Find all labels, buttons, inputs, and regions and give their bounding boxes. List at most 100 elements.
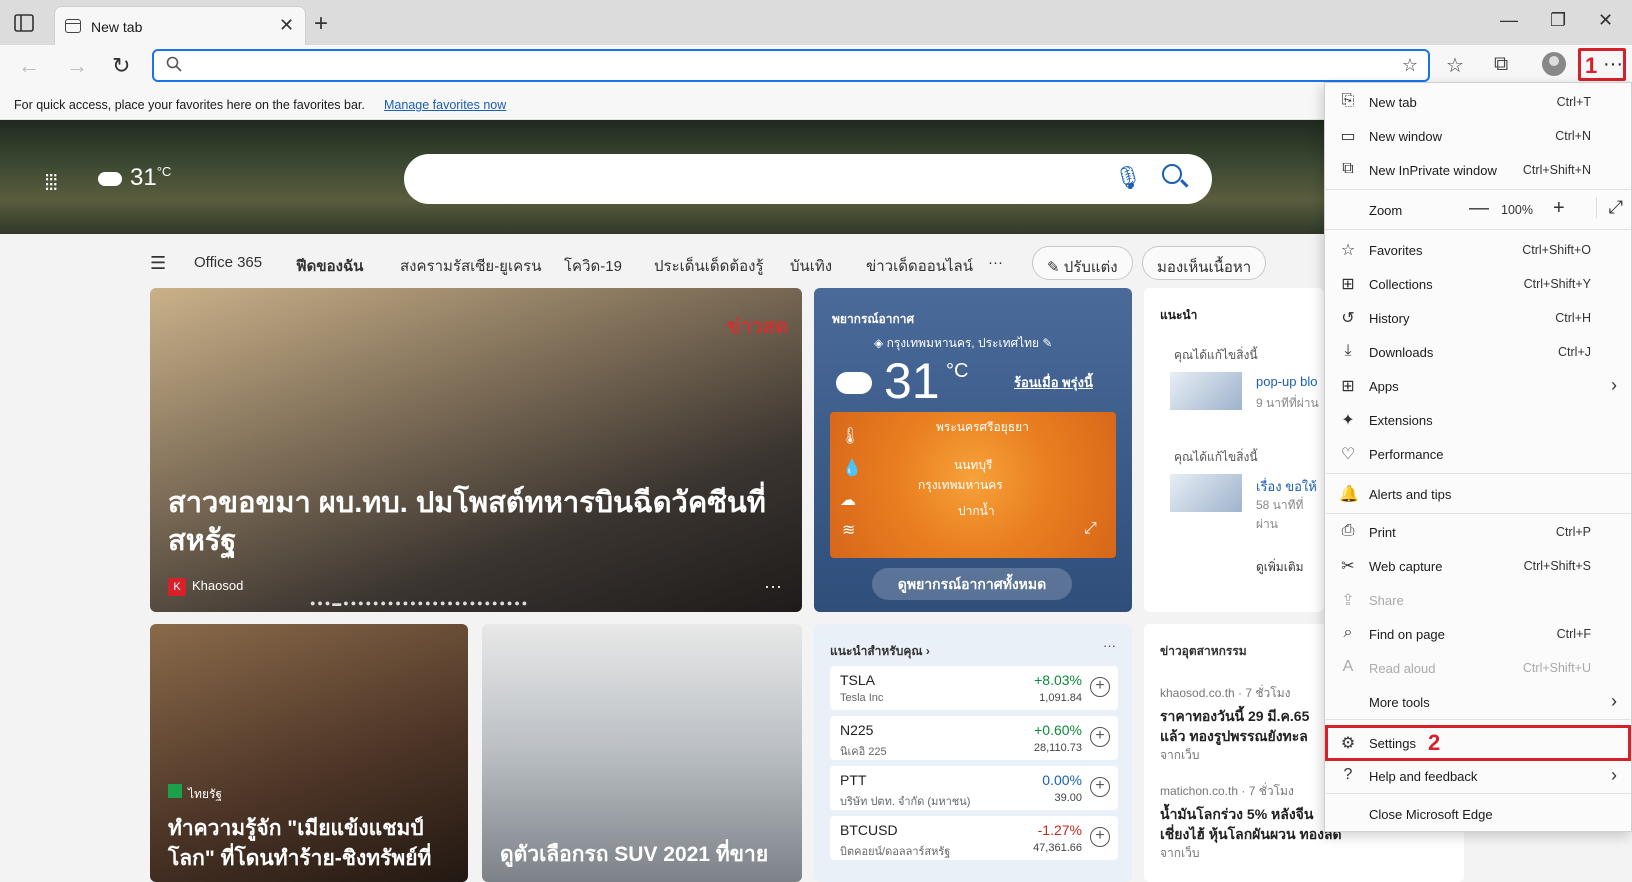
- favorites-icon[interactable]: ☆: [1446, 53, 1464, 78]
- stocks-card: แนะนำสำหรับคุณ › ··· TSLA Tesla Inc +8.03…: [814, 624, 1132, 882]
- customize-button[interactable]: ✎ ปรับแต่ง: [1032, 246, 1133, 280]
- weather-map[interactable]: พระนครศรีอยุธยา นนทบุรี กรุงเทพมหานคร ปา…: [830, 412, 1116, 558]
- manage-favorites-link[interactable]: Manage favorites now: [384, 98, 506, 112]
- top-story-card[interactable]: ข่าวสด สาวขอขมา ผบ.ทบ. ปมโพสต์ทหารบินฉีด…: [150, 288, 802, 612]
- stock-row[interactable]: N225 นิเคอิ 225 +0.60% 28,110.73 +: [830, 716, 1118, 760]
- document-thumbnail[interactable]: [1170, 372, 1242, 410]
- menu-apps[interactable]: ⊞ Apps ›: [1325, 371, 1631, 401]
- see-more-link[interactable]: ดูเพิ่มเติม: [1256, 558, 1304, 577]
- fullscreen-icon[interactable]: ⤢: [1595, 197, 1623, 218]
- menu-close-edge[interactable]: Close Microsoft Edge: [1325, 799, 1631, 829]
- weather-forecast-link[interactable]: ร้อนเมื่อ พรุ่งนี้: [1014, 372, 1093, 393]
- stock-row[interactable]: PTT บริษัท ปตท. จำกัด (มหาชน) 0.00% 39.00 …: [830, 766, 1118, 810]
- category-covid[interactable]: โควิด-19: [564, 254, 622, 278]
- ad-card[interactable]: ดูตัวเลือกรถ SUV 2021 ที่ขาย: [482, 624, 802, 882]
- more-options-icon[interactable]: ···: [1103, 638, 1116, 653]
- add-to-watchlist-icon[interactable]: +: [1090, 727, 1110, 747]
- recommended-hint: คุณได้แก้ไขสิ่งนี้: [1174, 450, 1258, 464]
- back-icon[interactable]: ←: [18, 53, 40, 79]
- forward-icon[interactable]: →: [66, 53, 88, 79]
- news-headline[interactable]: ราคาทองวันนี้ 29 มี.ค.65: [1160, 706, 1309, 728]
- document-thumbnail[interactable]: [1170, 474, 1242, 512]
- tab-actions-icon[interactable]: [14, 14, 34, 32]
- minimize-icon[interactable]: —: [1500, 10, 1518, 31]
- category-entertainment[interactable]: บันเทิง: [790, 254, 832, 278]
- menu-help-and-feedback[interactable]: ? Help and feedback ›: [1325, 761, 1631, 791]
- category-my-feed[interactable]: ฟีดของฉัน: [296, 254, 363, 278]
- zoom-out-icon[interactable]: —: [1469, 197, 1489, 220]
- refresh-icon[interactable]: ↻: [112, 53, 130, 79]
- wind-icon[interactable]: ≋: [842, 520, 855, 540]
- settings-and-more-button[interactable]: 1 ···: [1578, 48, 1626, 81]
- recommended-item-title[interactable]: เรื่อง ขอให้: [1256, 476, 1317, 497]
- web-search-box[interactable]: 🎙: [404, 154, 1212, 204]
- menu-new-inprivate-window[interactable]: ⧉ New InPrivate window Ctrl+Shift+N: [1325, 155, 1631, 185]
- add-to-watchlist-icon[interactable]: +: [1090, 777, 1110, 797]
- profile-avatar[interactable]: [1542, 52, 1566, 76]
- menu-downloads[interactable]: ⤓ Downloads Ctrl+J: [1325, 337, 1631, 367]
- news-card-headline[interactable]: ทำความรู้จัก "เมียแข้งแชมป์โลก" ที่โดนทำ…: [168, 814, 458, 874]
- news-headline[interactable]: เชี่ยงไฮ้ หุ้นโลกผันผวน ทองลด: [1160, 824, 1342, 846]
- microphone-icon[interactable]: 🎙: [1114, 165, 1142, 191]
- menu-more-tools[interactable]: More tools ›: [1325, 687, 1631, 717]
- menu-new-tab[interactable]: ⎘ New tab Ctrl+T: [1325, 87, 1631, 117]
- search-icon: [166, 56, 182, 72]
- search-submit-icon[interactable]: [1162, 164, 1182, 184]
- menu-collections[interactable]: ⊞ Collections Ctrl+Shift+Y: [1325, 269, 1631, 299]
- hero-temperature[interactable]: 31°C: [130, 164, 171, 192]
- recommended-item-title[interactable]: pop-up blo: [1256, 374, 1317, 389]
- top-story-source: K Khaosod: [168, 578, 243, 596]
- content-visibility-button[interactable]: มองเห็นเนื้อหา: [1142, 246, 1267, 280]
- top-story-headline[interactable]: สาวขอขมา ผบ.ทบ. ปมโพสต์ทหารบินฉีดวัคซีนท…: [168, 484, 788, 560]
- news-card[interactable]: ไทยรัฐ ทำความรู้จัก "เมียแข้งแชมป์โลก" ท…: [150, 624, 468, 882]
- full-forecast-button[interactable]: ดูพยากรณ์อากาศทั้งหมด: [872, 568, 1072, 600]
- category-russia-ukraine[interactable]: สงครามรัสเซีย-ยูเครน: [400, 254, 541, 278]
- menu-print[interactable]: ⎙ Print Ctrl+P: [1325, 517, 1631, 547]
- weather-location[interactable]: ◈ กรุงเทพมหานคร, ประเทศไทย ✎: [874, 334, 1052, 353]
- close-tab-icon[interactable]: ✕: [279, 15, 294, 36]
- menu-web-capture[interactable]: ✂ Web capture Ctrl+Shift+S: [1325, 551, 1631, 581]
- print-icon: ⎙: [1341, 522, 1355, 539]
- tab-new-tab[interactable]: New tab ✕: [54, 6, 306, 45]
- category-trending[interactable]: ประเด็นเด็ดต้องรู้: [654, 254, 764, 278]
- new-tab-button[interactable]: +: [314, 10, 328, 38]
- menu-extensions[interactable]: ✦ Extensions: [1325, 405, 1631, 435]
- add-to-watchlist-icon[interactable]: +: [1090, 827, 1110, 847]
- menu-performance[interactable]: ♡ Performance: [1325, 439, 1631, 469]
- menu-read-aloud: A Read aloud Ctrl+Shift+U: [1325, 653, 1631, 683]
- category-office365[interactable]: Office 365: [194, 254, 262, 271]
- window-close-icon[interactable]: ✕: [1598, 10, 1613, 31]
- add-to-watchlist-icon[interactable]: +: [1090, 677, 1110, 697]
- add-favorite-icon[interactable]: ☆: [1402, 55, 1418, 76]
- stocks-title[interactable]: แนะนำสำหรับคุณ ›: [830, 642, 930, 661]
- thermometer-icon[interactable]: 🌡: [840, 426, 860, 446]
- news-headline[interactable]: น้ำมันโลกร่วง 5% หลังจีน: [1160, 804, 1313, 826]
- carousel-indicator[interactable]: ●●●▬●●●●●●●●●●●●●●●●●●●●●●●●●: [310, 598, 529, 608]
- stock-row[interactable]: BTCUSD บิตคอยน์/ดอลลาร์สหรัฐ -1.27% 47,361…: [830, 816, 1118, 860]
- category-viral[interactable]: ข่าวเด็ดออนไลน์: [866, 254, 973, 278]
- collections-icon[interactable]: ⧉: [1494, 53, 1508, 76]
- menu-history[interactable]: ↺ History Ctrl+H: [1325, 303, 1631, 333]
- address-bar[interactable]: ☆: [152, 49, 1430, 82]
- weather-card[interactable]: พยากรณ์อากาศ ◈ กรุงเทพมหานคร, ประเทศไทย …: [814, 288, 1132, 612]
- stock-row[interactable]: TSLA Tesla Inc +8.03% 1,091.84 +: [830, 666, 1118, 710]
- menu-favorites[interactable]: ☆ Favorites Ctrl+Shift+O: [1325, 235, 1631, 265]
- zoom-in-icon[interactable]: +: [1553, 197, 1565, 220]
- humidity-icon[interactable]: 💧: [842, 458, 862, 478]
- menu-settings[interactable]: 2 ⚙ Settings: [1325, 725, 1631, 761]
- news-headline[interactable]: แล้ว ทองรูปพรรณยังทะล: [1160, 726, 1308, 748]
- menu-alerts-and-tips[interactable]: 🔔 Alerts and tips: [1325, 479, 1631, 509]
- cloud-icon[interactable]: ☁: [840, 490, 856, 510]
- weather-temp: 31: [884, 353, 940, 409]
- restore-icon[interactable]: ❐: [1550, 10, 1566, 31]
- more-options-icon[interactable]: ···: [764, 576, 782, 597]
- menu-new-window[interactable]: ▭ New window Ctrl+N: [1325, 121, 1631, 151]
- ad-card-headline[interactable]: ดูตัวเลือกรถ SUV 2021 ที่ขาย: [500, 840, 790, 870]
- category-more[interactable]: ···: [988, 254, 1003, 271]
- expand-icon[interactable]: ⤢: [1084, 520, 1097, 538]
- menu-hamburger-icon[interactable]: ☰: [150, 253, 166, 274]
- apps-launcher-icon[interactable]: ⁞⁞⁞: [44, 170, 58, 196]
- menu-find-on-page[interactable]: ⌕ Find on page Ctrl+F: [1325, 619, 1631, 649]
- map-label: กรุงเทพมหานคร: [918, 478, 1003, 492]
- bell-icon: 🔔: [1339, 486, 1359, 503]
